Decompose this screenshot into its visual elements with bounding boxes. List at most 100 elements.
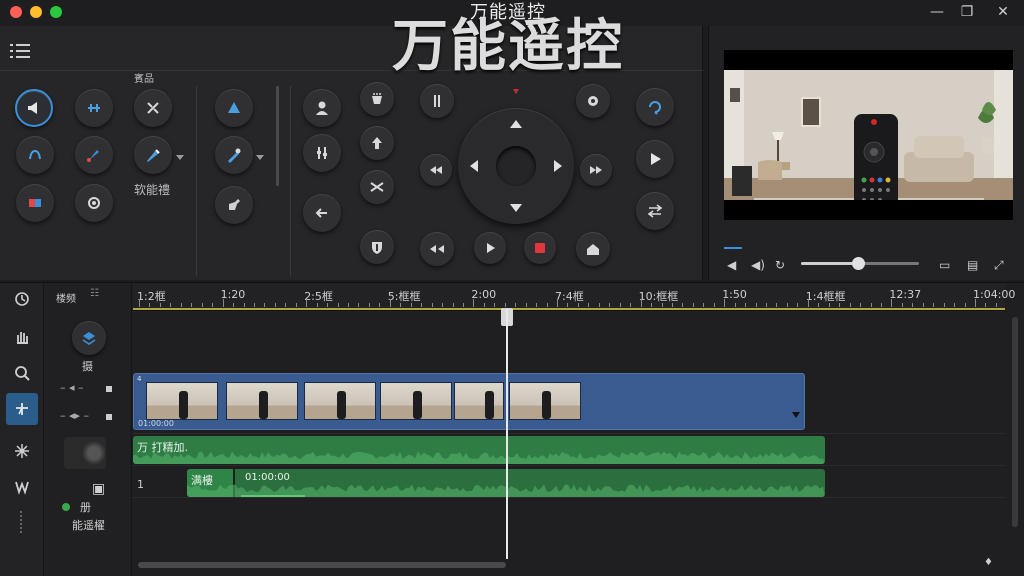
- refresh-icon[interactable]: [636, 88, 674, 126]
- menu-icon[interactable]: [10, 40, 36, 62]
- effects-icon[interactable]: [6, 435, 38, 467]
- group-label-mid: 软能禮: [134, 183, 171, 197]
- chevron-down-icon[interactable]: [176, 155, 184, 160]
- chevron-down-icon[interactable]: [256, 155, 264, 160]
- rewind-icon[interactable]: [420, 154, 452, 186]
- video-viewer[interactable]: [724, 50, 1013, 220]
- marker-icon[interactable]: ♦: [984, 557, 993, 568]
- fit-icon[interactable]: ▭: [939, 258, 950, 272]
- loop-icon[interactable]: ↻: [775, 258, 785, 272]
- pause-icon[interactable]: [420, 84, 454, 118]
- ruler-tick: [306, 299, 308, 307]
- minimize-icon[interactable]: —: [926, 2, 948, 22]
- draw-icon[interactable]: [134, 89, 172, 127]
- ruler-tick-label: 1:20: [220, 288, 246, 301]
- dpad-down-icon[interactable]: [510, 204, 522, 212]
- subtitle-icon[interactable]: ▤: [967, 258, 978, 272]
- megaphone-icon[interactable]: [15, 89, 53, 127]
- track-area[interactable]: 4 01:00:00 万 打精加. 1 满樓 01:00:00: [133, 311, 1005, 565]
- dpad-right-icon[interactable]: [554, 160, 562, 172]
- close-icon[interactable]: ✕: [992, 2, 1014, 22]
- header-label: 楼频: [56, 294, 76, 305]
- ruler-tick: [358, 303, 360, 307]
- track-toggle-a[interactable]: [106, 386, 112, 392]
- brush-icon[interactable]: [75, 136, 113, 174]
- vertical-scrollbar[interactable]: [1012, 317, 1018, 527]
- dpad-left-icon[interactable]: [470, 160, 478, 172]
- ruler-tick: [745, 303, 747, 307]
- hero-title: 万能遥控: [392, 14, 624, 79]
- play-icon[interactable]: [636, 140, 674, 178]
- ruler-tick: [201, 303, 203, 307]
- separator: [196, 86, 197, 276]
- track-toggle-b[interactable]: [106, 414, 112, 420]
- video-clip[interactable]: 4 01:00:00: [133, 373, 805, 430]
- dpad-up-icon[interactable]: [510, 120, 522, 128]
- maximize-icon[interactable]: ❐: [956, 2, 978, 22]
- volume-knob[interactable]: [851, 257, 865, 270]
- separator-handle[interactable]: [276, 86, 279, 186]
- audio-clip-main[interactable]: 万 打精加.: [133, 436, 825, 464]
- layer-icon[interactable]: [72, 321, 106, 355]
- header-grid-icon: ☷: [90, 288, 99, 299]
- triangle-up-icon[interactable]: [215, 89, 253, 127]
- clip-thumbnail: [454, 382, 504, 420]
- monitor-icon[interactable]: ▣: [92, 481, 105, 497]
- volume-slider[interactable]: [801, 257, 919, 270]
- back-arrow-icon[interactable]: [303, 194, 341, 232]
- hand-icon[interactable]: [6, 321, 38, 353]
- prev-icon[interactable]: ◀: [727, 258, 736, 272]
- ruler-tick-label: 1:04:00: [973, 288, 1016, 301]
- track-control-b[interactable]: – ◂▸ –: [60, 409, 89, 422]
- shield-icon[interactable]: [360, 230, 394, 264]
- playhead[interactable]: [506, 309, 508, 559]
- transition-icon[interactable]: [6, 471, 38, 503]
- clock-icon[interactable]: [6, 283, 38, 315]
- timeline-ruler[interactable]: 1:2框 1:20 2:5框 5:框框 2:00 7:4框 10:框框 1:50 1:4框框 12…: [133, 283, 1015, 311]
- mixer-icon[interactable]: [303, 134, 341, 172]
- search-icon[interactable]: [6, 357, 38, 389]
- skip-back-icon[interactable]: [420, 232, 454, 266]
- pen-icon[interactable]: [134, 136, 172, 174]
- playback-progress[interactable]: [724, 247, 742, 249]
- zoom-window-button[interactable]: [50, 6, 62, 18]
- horizontal-scrollbar[interactable]: [138, 562, 506, 568]
- ruler-tick-label: 5:框框: [387, 290, 421, 303]
- clip-thumbnail: [509, 382, 581, 420]
- ruler-tick: [159, 303, 161, 307]
- track-control-a[interactable]: – ◂ –: [60, 381, 84, 394]
- dpad-ok-button[interactable]: [496, 146, 536, 186]
- cup-icon[interactable]: [360, 82, 394, 116]
- battery-icon[interactable]: [16, 184, 54, 222]
- connect-icon[interactable]: [75, 89, 113, 127]
- gear-icon[interactable]: [75, 184, 113, 222]
- settings-icon[interactable]: [576, 84, 610, 118]
- shuffle-icon[interactable]: [360, 170, 394, 204]
- user-icon[interactable]: [303, 89, 341, 127]
- stamp-icon[interactable]: [215, 186, 253, 224]
- stop-icon[interactable]: [524, 232, 556, 264]
- fan-icon[interactable]: [16, 136, 54, 174]
- timeline-panel: 楼频 ☷ 摄 – ◂ – – ◂▸ – ▣ 册 能遥櫂 1:2框 1:20 2:5框…: [0, 282, 1024, 576]
- swap-icon[interactable]: [636, 192, 674, 230]
- minimize-window-button[interactable]: [30, 6, 42, 18]
- arrow-up-icon[interactable]: [360, 126, 394, 160]
- play-small-icon[interactable]: [474, 232, 506, 264]
- home-icon[interactable]: [576, 232, 610, 266]
- clip-menu-icon[interactable]: [792, 412, 800, 418]
- ruler-tick-label: 1:50: [722, 288, 747, 301]
- blade-icon[interactable]: [6, 393, 38, 425]
- clip-thumbnail: [226, 382, 298, 420]
- ruler-tick-label: 2:00: [471, 288, 497, 301]
- volume-icon[interactable]: ◀): [751, 258, 765, 272]
- ruler-tick: [692, 303, 694, 307]
- pipette-icon[interactable]: [215, 136, 253, 174]
- tools-grip: [20, 511, 23, 533]
- clip-thumbnail: [146, 382, 218, 420]
- fullscreen-icon[interactable]: ⤢: [994, 258, 1004, 273]
- track-thumbnail[interactable]: [64, 437, 106, 469]
- forward-icon[interactable]: [580, 154, 612, 186]
- close-window-button[interactable]: [10, 6, 22, 18]
- ruler-tick-label: 10:框框: [638, 290, 679, 303]
- ruler-tick: [536, 303, 538, 307]
